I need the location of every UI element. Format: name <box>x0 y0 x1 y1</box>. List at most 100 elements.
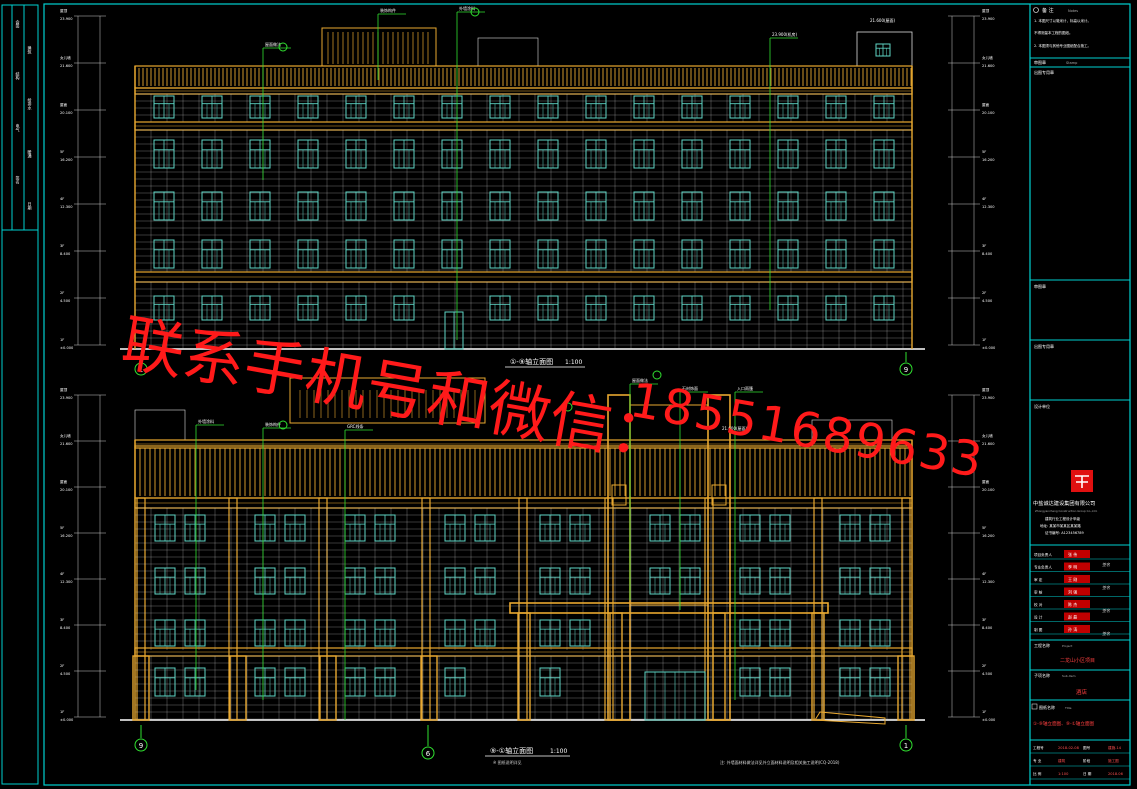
company-en: Zhongyancheng Construction Group Co.,Ltd… <box>1035 509 1097 513</box>
signature: 签名 <box>1102 562 1111 567</box>
callout-label: 装饰构件 <box>380 7 396 13</box>
level-name: 3F <box>982 244 986 248</box>
callout-label: GRC线条 <box>347 423 363 429</box>
lower-scale-text: 1:100 <box>550 748 567 755</box>
notes-heading: 备 注 <box>1042 7 1054 14</box>
role-name: 赵 磊 <box>1068 614 1077 620</box>
level-name: 屋面 <box>60 102 68 107</box>
level-name: 屋顶 <box>60 8 68 13</box>
company-sub: 建筑行业工程设计甲级 <box>1045 516 1080 521</box>
bottom-note: 注: 外墙面材料做法详见外立面材料说明及相关施工说明(CQ-2018) <box>720 759 840 765</box>
role-title: 校 对 <box>1034 602 1043 607</box>
lower-subnote: ※ 图纸说明详见 <box>493 759 522 765</box>
level-name: 屋面 <box>982 479 990 484</box>
signature: 签名 <box>1102 585 1111 590</box>
strip-label: 给排水 <box>28 97 33 110</box>
upper-scale-text: 1:100 <box>565 359 582 366</box>
level-value: 23.900 <box>60 396 73 400</box>
level-value: 16.200 <box>60 534 73 538</box>
level-name: 女儿墙 <box>982 55 993 60</box>
level-value: 12.300 <box>982 580 995 584</box>
level-value: 12.300 <box>60 580 73 584</box>
drawing-stamp-label: 审图章 <box>1034 59 1046 65</box>
level-name: 1F <box>60 710 64 714</box>
level-name: 2F <box>60 291 64 295</box>
strip-label: 结构 <box>16 71 21 81</box>
callout-label: 装饰构件 <box>265 421 281 427</box>
chop-label: 出图专用章 <box>1034 69 1054 75</box>
project-label: 工程名称 <box>1034 642 1050 648</box>
callout-label: 23.900(机房) <box>772 31 798 37</box>
level-name: 5F <box>982 526 986 530</box>
notes-heading-en: Notes <box>1068 9 1078 13</box>
level-value: 23.900 <box>982 17 995 21</box>
level-value: 8.400 <box>982 626 993 630</box>
level-name: 4F <box>60 197 64 201</box>
level-name: 3F <box>982 618 986 622</box>
level-name: 1F <box>60 338 64 342</box>
level-name: 屋顶 <box>60 387 68 392</box>
info-cell: 阶段 <box>1083 758 1091 763</box>
strip-label: 会签 <box>16 19 21 28</box>
info-cell: 建筑 <box>1058 758 1066 763</box>
level-value: 8.400 <box>60 252 71 256</box>
level-value: 23.900 <box>60 17 73 21</box>
level-name: 3F <box>60 618 64 622</box>
level-name: 2F <box>982 664 986 668</box>
level-name: 屋面 <box>982 102 990 107</box>
axis-lower-right: 1 <box>904 742 908 750</box>
level-value: 20.100 <box>982 111 995 115</box>
stamp-slot-1: 审图章 <box>1034 283 1046 289</box>
info-cell: 2018-02-08 <box>1058 746 1080 750</box>
level-name: 女儿墙 <box>60 55 71 60</box>
callout-parapet-level: 21.600(屋面) <box>870 17 896 23</box>
level-value: 21.600 <box>982 64 995 68</box>
level-value: 4.500 <box>60 672 71 676</box>
lower-title-text: ⑨-①轴立面图 <box>490 746 533 755</box>
company-address: 地址: 某某市某某区某某路 <box>1040 523 1081 528</box>
level-name: 5F <box>60 526 64 530</box>
role-name: 孙 涛 <box>1068 626 1077 632</box>
level-value: 12.300 <box>60 205 73 209</box>
level-value: 20.100 <box>60 488 73 492</box>
level-name: 女儿墙 <box>60 433 71 438</box>
axis-upper-right: 9 <box>904 366 908 374</box>
role-title: 项目负责人 <box>1034 552 1052 557</box>
drawing-name-label-en: Title <box>1064 706 1072 710</box>
level-value: 21.600 <box>60 64 73 68</box>
note-3: 2. 本图须与其他专业图纸配合施工。 <box>1034 43 1091 48</box>
subproject-label-en: Sub-item <box>1062 674 1076 678</box>
level-value: 21.600 <box>60 442 73 446</box>
strip-label: 建筑 <box>28 45 33 55</box>
level-value: 4.500 <box>982 672 993 676</box>
role-title: 制 图 <box>1034 627 1043 632</box>
level-value: ±0.000 <box>982 718 996 722</box>
level-name: 屋面 <box>60 479 68 484</box>
role-name: 陈 杰 <box>1068 601 1077 607</box>
role-title: 审 定 <box>1034 577 1043 582</box>
level-value: 8.400 <box>982 252 993 256</box>
upper-drawing-title: ①-⑨轴立面图 1:100 <box>505 357 585 368</box>
level-value: ±0.000 <box>982 346 996 350</box>
project-name: 二龙山小区项目 <box>1060 657 1095 664</box>
info-cell: 日 期 <box>1083 771 1092 776</box>
role-title: 专业负责人 <box>1034 565 1052 570</box>
level-name: 4F <box>60 572 64 576</box>
role-name: 王 刚 <box>1068 576 1077 582</box>
level-value: 16.200 <box>982 158 995 162</box>
strip-label: 电气 <box>16 123 21 132</box>
level-value: 12.300 <box>982 205 995 209</box>
role-name: 李 明 <box>1068 564 1077 570</box>
level-name: 2F <box>60 664 64 668</box>
axis-lower-mid: 6 <box>426 750 431 758</box>
signature: 签名 <box>1102 631 1111 636</box>
level-value: ±0.000 <box>60 346 74 350</box>
role-title: 审 核 <box>1034 590 1043 595</box>
subproject-label: 子项名称 <box>1034 672 1050 678</box>
level-name: 1F <box>982 710 986 714</box>
upper-title-text: ①-⑨轴立面图 <box>510 357 553 366</box>
axis-lower-left: 9 <box>139 742 143 750</box>
note-2: 不得测量本工程的图纸。 <box>1034 30 1073 35</box>
company-cert: 证书编号: A123456789 <box>1045 530 1084 535</box>
company-name: 中盐诚达建设集团有限公司 <box>1033 499 1095 507</box>
